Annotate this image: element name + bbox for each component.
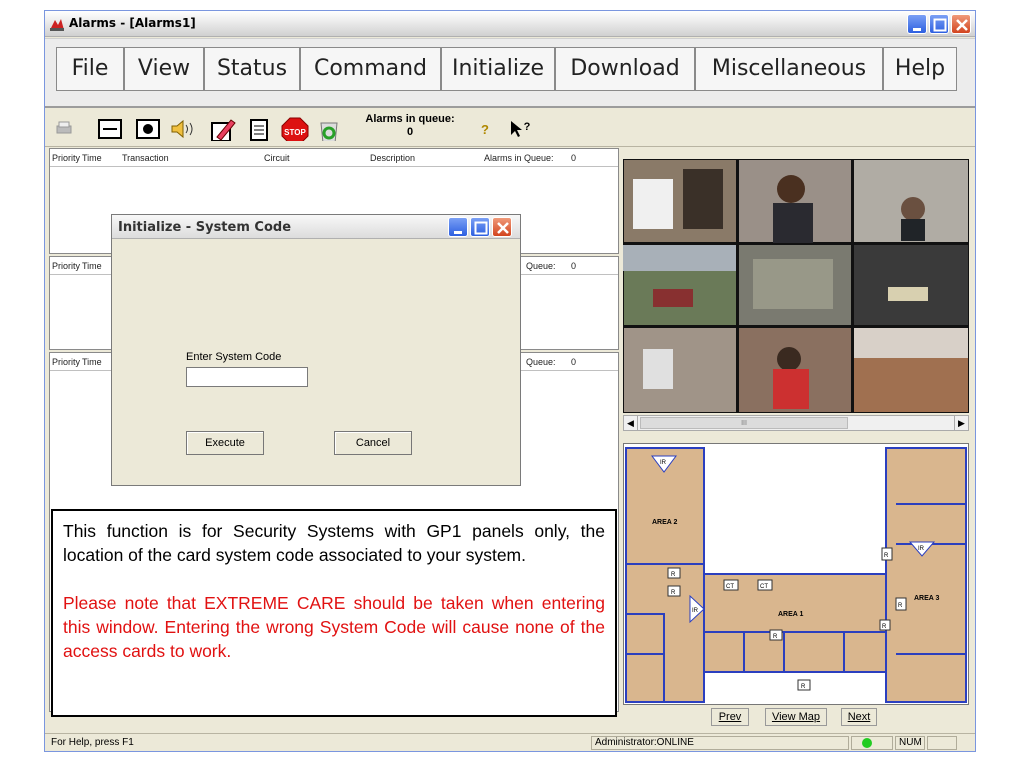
warning-text: Please note that EXTREME CARE should be … <box>63 593 605 661</box>
info-box: This function is for Security Systems wi… <box>51 509 617 717</box>
queue-status: Alarms in queue: 0 <box>357 113 463 139</box>
marker-r: R <box>671 572 676 578</box>
online-led-icon <box>862 738 872 748</box>
user-status: Administrator:ONLINE <box>591 736 849 750</box>
system-code-label: Enter System Code <box>186 351 282 363</box>
col-priority: Priority <box>52 153 81 163</box>
menu-initialize[interactable]: Initialize <box>441 47 555 91</box>
num-lock-indicator: NUM <box>895 736 925 750</box>
col-transaction: Transaction <box>122 153 169 163</box>
camera-feed-6 <box>854 245 968 325</box>
menu-view[interactable]: View <box>124 47 204 91</box>
menu-command[interactable]: Command <box>300 47 441 91</box>
menu-download[interactable]: Download <box>555 47 695 91</box>
menu-bar: File View Status Command Initialize Down… <box>45 38 975 108</box>
toolbar: STOP Alarms in queue: 0 ? ? <box>45 111 975 147</box>
camera-feed-7 <box>624 328 736 412</box>
minimize-button-icon[interactable] <box>97 117 123 141</box>
dialog-maximize-button[interactable] <box>470 217 490 237</box>
marker-r: R <box>882 624 887 630</box>
edit-icon[interactable] <box>209 117 237 141</box>
dialog-title: Initialize - System Code <box>118 220 292 235</box>
area-1-label: AREA 1 <box>778 611 804 618</box>
area-3-label: AREA 3 <box>914 595 940 602</box>
status-empty-pane <box>927 736 957 750</box>
map-prev-button[interactable]: Prev <box>711 708 749 726</box>
camera-panel: ◀ III ▶ <box>619 147 975 433</box>
map-area-3 <box>885 447 967 703</box>
camera-scrollbar[interactable]: ◀ III ▶ <box>623 415 969 431</box>
help-hint: For Help, press F1 <box>51 737 134 748</box>
alarm-pane-header: Priority Time Transaction Circuit Descri… <box>50 149 618 167</box>
marker-ct: CT <box>760 584 768 590</box>
marker-ct: CT <box>726 584 734 590</box>
svg-text:?: ? <box>481 122 489 137</box>
marker-ir: IR <box>918 546 925 552</box>
col-priority: Priority <box>52 357 81 367</box>
context-help-icon[interactable]: ? <box>507 117 533 141</box>
stop-icon[interactable]: STOP <box>281 117 309 141</box>
view-map-button[interactable]: View Map <box>765 708 827 726</box>
col-time: Time <box>82 357 102 367</box>
col-circuit: Circuit <box>264 153 290 163</box>
map-navigation: Prev View Map Next <box>623 707 969 729</box>
dialog-close-button[interactable] <box>492 217 512 237</box>
speaker-icon[interactable] <box>169 117 201 141</box>
connection-indicator <box>851 736 893 750</box>
camera-grid[interactable] <box>623 159 969 413</box>
info-text: This function is for Security Systems wi… <box>63 521 605 565</box>
menu-status[interactable]: Status <box>204 47 300 91</box>
recycle-icon[interactable] <box>315 117 343 141</box>
map-next-button[interactable]: Next <box>841 708 877 726</box>
floor-map[interactable]: AREA 2 AREA 1 AREA 3 IR R R CT CT IR R R… <box>624 444 968 704</box>
minimize-button[interactable] <box>907 14 927 34</box>
col-priority: Priority <box>52 261 81 271</box>
alarms-window: Alarms - [Alarms1] File View Status Comm… <box>44 10 976 752</box>
marker-ir: IR <box>660 460 667 466</box>
cancel-button[interactable]: Cancel <box>334 431 412 455</box>
marker-r: R <box>801 684 806 690</box>
area-2-label: AREA 2 <box>652 519 678 526</box>
system-code-input[interactable] <box>186 367 308 387</box>
queue-label: Alarms in queue: <box>365 113 455 125</box>
title-bar[interactable]: Alarms - [Alarms1] <box>45 11 975 37</box>
marker-ir: IR <box>692 608 699 614</box>
col-time: Time <box>82 261 102 271</box>
floor-map-pane[interactable]: AREA 2 AREA 1 AREA 3 IR R R CT CT IR R R… <box>623 443 969 705</box>
menu-help[interactable]: Help <box>883 47 957 91</box>
col-time: Time <box>82 153 102 163</box>
marker-r: R <box>884 553 889 559</box>
queue-count: 0 <box>571 153 577 163</box>
marker-r: R <box>671 590 676 596</box>
execute-button[interactable]: Execute <box>186 431 264 455</box>
scroll-left-arrow[interactable]: ◀ <box>624 416 638 430</box>
menu-miscellaneous[interactable]: Miscellaneous <box>695 47 883 91</box>
col-description: Description <box>370 153 416 163</box>
svg-text:?: ? <box>524 121 531 133</box>
stop-label: STOP <box>284 128 306 137</box>
marker-r: R <box>898 603 903 609</box>
window-title: Alarms - [Alarms1] <box>69 16 196 30</box>
help-icon[interactable]: ? <box>473 117 497 141</box>
queue-label: Alarms in Queue: <box>484 153 554 163</box>
notepad-icon[interactable] <box>247 117 273 141</box>
printer-icon[interactable] <box>51 117 77 141</box>
queue-label: Queue: <box>526 261 556 271</box>
scroll-thumb[interactable]: III <box>640 417 848 429</box>
dialog-minimize-button[interactable] <box>448 217 468 237</box>
maximize-button[interactable] <box>929 14 949 34</box>
menu-file[interactable]: File <box>56 47 124 91</box>
queue-count: 0 <box>406 126 414 138</box>
system-code-dialog: Initialize - System Code Enter System Co… <box>111 214 521 486</box>
queue-count: 0 <box>571 357 577 367</box>
record-icon[interactable] <box>135 117 161 141</box>
dialog-title-bar[interactable]: Initialize - System Code <box>112 215 520 239</box>
queue-count: 0 <box>571 261 577 271</box>
queue-label: Queue: <box>526 357 556 367</box>
status-bar: For Help, press F1 Administrator:ONLINE … <box>45 733 975 751</box>
close-button[interactable] <box>951 14 971 34</box>
marker-r: R <box>773 634 778 640</box>
app-icon <box>50 19 64 31</box>
scroll-right-arrow[interactable]: ▶ <box>954 416 968 430</box>
